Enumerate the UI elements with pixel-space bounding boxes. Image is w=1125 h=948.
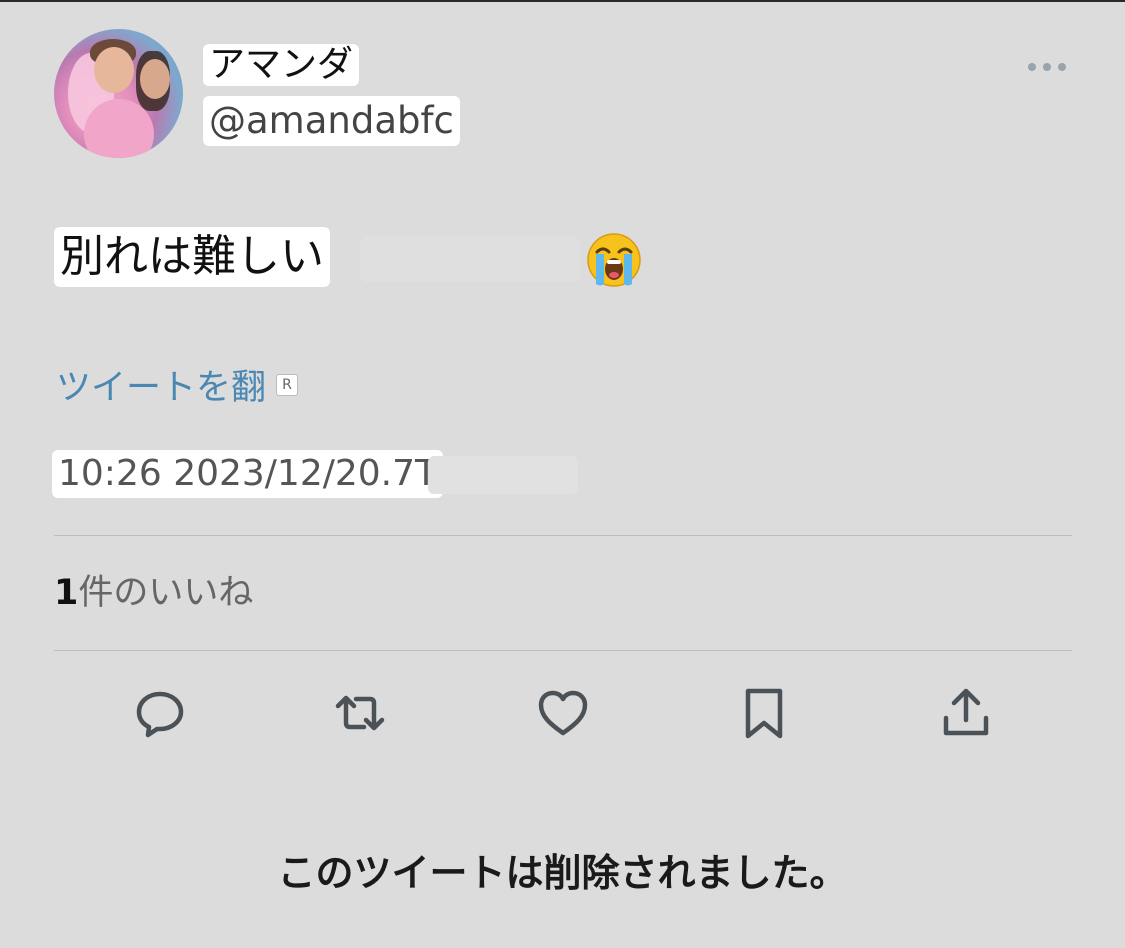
likes-label: 件のいいね	[78, 573, 254, 613]
redacted-text	[360, 236, 580, 282]
top-border	[0, 0, 1125, 2]
user-handle[interactable]: @amandabfc	[203, 96, 460, 146]
dot	[1028, 63, 1036, 71]
timestamp: 10:26 2023/12/20.7T	[52, 450, 444, 498]
display-name[interactable]: アマンダ	[203, 44, 360, 86]
share-button[interactable]	[936, 682, 996, 744]
divider	[54, 650, 1072, 651]
deleted-notice: このツイートは削除されました。	[277, 851, 848, 895]
avatar-face	[94, 47, 134, 93]
likes-count: 1	[54, 573, 79, 613]
avatar[interactable]	[54, 29, 183, 158]
heart-icon	[538, 690, 588, 736]
retweet-icon	[335, 695, 385, 731]
divider	[54, 535, 1072, 536]
dot	[1043, 63, 1051, 71]
more-options-icon[interactable]	[1024, 56, 1070, 78]
tweet-text: 別れは難しい	[54, 227, 330, 287]
avatar-face	[140, 59, 170, 99]
likes-summary[interactable]: 1件のいいね	[54, 570, 253, 616]
dot	[1058, 63, 1066, 71]
bookmark-icon	[745, 688, 783, 739]
redacted-source	[428, 456, 578, 494]
loudly-crying-face-icon	[587, 233, 641, 287]
bookmark-button[interactable]	[734, 682, 794, 744]
share-icon	[943, 688, 989, 736]
retweet-button[interactable]	[330, 682, 390, 744]
translate-link[interactable]: ツイートを翻	[56, 366, 266, 410]
reply-button[interactable]	[130, 682, 190, 744]
registered-badge: R	[276, 374, 298, 396]
reply-icon	[136, 691, 184, 738]
like-button[interactable]	[533, 682, 593, 744]
